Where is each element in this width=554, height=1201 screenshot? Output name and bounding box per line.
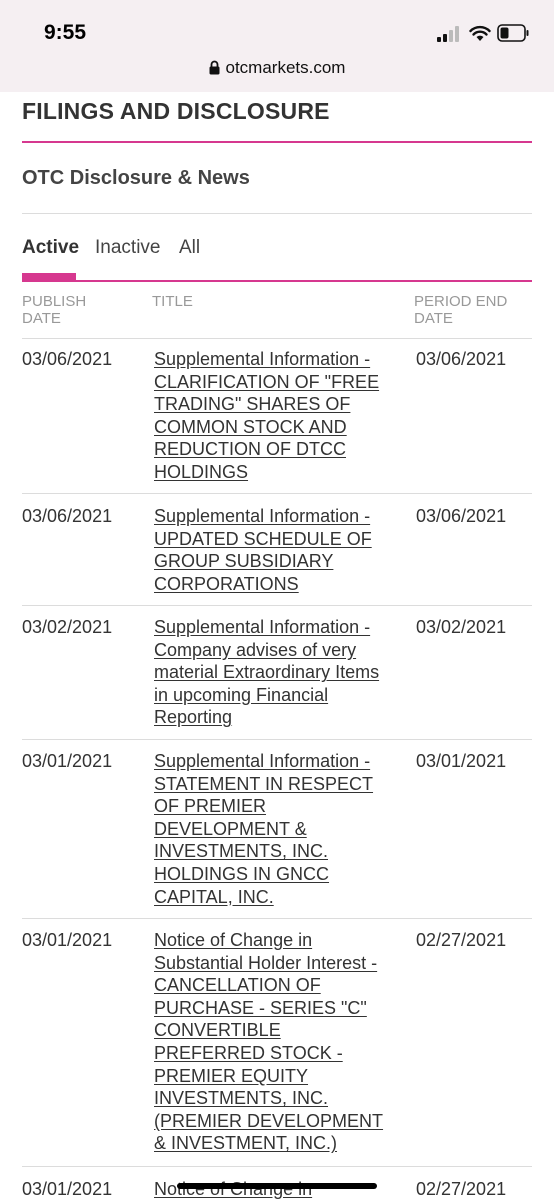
column-header-period-end-date: PERIOD END DATE: [414, 293, 507, 327]
active-tab-indicator: [22, 273, 76, 280]
home-indicator[interactable]: [177, 1183, 377, 1189]
filing-title-link[interactable]: Supplemental Information - STATEMENT IN …: [154, 750, 390, 908]
period-end-date: 03/06/2021: [416, 349, 507, 369]
cellular-signal-icon: [437, 26, 463, 42]
column-header-publish-line2: DATE: [22, 310, 61, 327]
address-bar[interactable]: otcmarkets.com: [0, 58, 554, 78]
lock-icon: [209, 60, 219, 75]
filing-title-link[interactable]: Supplemental Information - UPDATED SCHED…: [154, 505, 390, 595]
period-end-date: 02/27/2021: [416, 930, 507, 950]
period-end-date: 02/27/2021: [416, 1179, 507, 1199]
publish-date: 03/02/2021: [22, 617, 113, 637]
publish-date: 03/06/2021: [22, 349, 113, 369]
wifi-icon: [469, 25, 491, 41]
tabs-divider: [22, 280, 532, 282]
period-end-date: 03/02/2021: [416, 617, 507, 637]
filing-title-link[interactable]: Supplemental Information - CLARIFICATION…: [154, 348, 390, 484]
row-divider: [22, 739, 532, 740]
period-end-date: 03/01/2021: [416, 751, 507, 771]
period-end-date: 03/06/2021: [416, 506, 507, 526]
column-header-period-line1: PERIOD END: [414, 293, 508, 310]
filing-title-link[interactable]: Notice of Change in: [154, 1178, 390, 1201]
row-divider: [22, 918, 532, 919]
section-divider: [22, 141, 532, 143]
row-divider: [22, 493, 532, 494]
filing-title-link[interactable]: Supplemental Information - Company advis…: [154, 616, 390, 729]
battery-icon: [497, 24, 529, 42]
column-header-publish-date: PUBLISH DATE: [22, 293, 86, 327]
publish-date: 03/01/2021: [22, 751, 113, 771]
url-text: otcmarkets.com: [225, 58, 346, 77]
status-bar: 9:55 otcmarkets.com: [0, 0, 554, 92]
status-time: 9:55: [44, 21, 87, 44]
column-header-title: TITLE: [152, 293, 193, 310]
column-header-publish-line1: PUBLISH: [22, 293, 87, 310]
publish-date: 03/06/2021: [22, 506, 113, 526]
header-divider: [22, 338, 532, 339]
subsection-title: OTC Disclosure & News: [22, 167, 250, 189]
column-header-period-line2: DATE: [414, 310, 453, 327]
publish-date: 03/01/2021: [22, 930, 113, 950]
filing-title-link[interactable]: Notice of Change in Substantial Holder I…: [154, 929, 390, 1155]
tab-active[interactable]: Active: [22, 237, 79, 259]
tab-inactive[interactable]: Inactive: [95, 237, 160, 259]
row-divider: [22, 1166, 532, 1167]
publish-date: 03/01/2021: [22, 1179, 113, 1199]
section-title: FILINGS AND DISCLOSURE: [22, 98, 330, 124]
tab-all[interactable]: All: [179, 237, 200, 259]
subsection-divider: [22, 213, 532, 214]
row-divider: [22, 605, 532, 606]
